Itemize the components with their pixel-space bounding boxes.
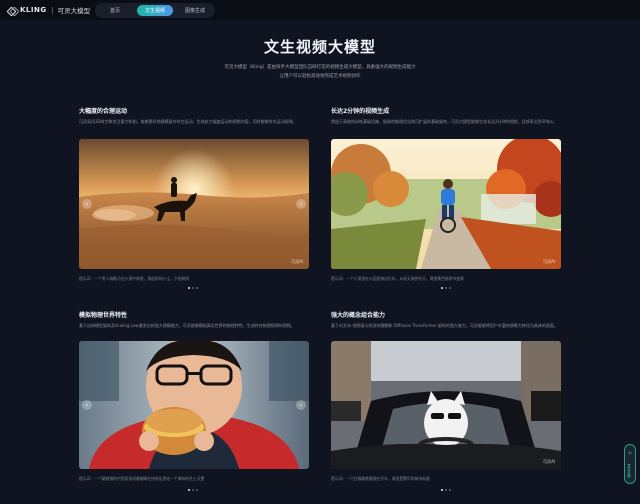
boy-eating-burger-video bbox=[79, 341, 309, 469]
section-description: 基于对文本-视频语义的深刻理解和 Diffusion Transformer 架… bbox=[331, 323, 558, 328]
feedback-icon: ◎ bbox=[628, 449, 632, 455]
watermark: 可灵AI bbox=[291, 259, 303, 264]
video-prompt-caption: 提示词：一只白猫戴着墨镜在开车，周围是繁华的城市街道 bbox=[331, 476, 430, 481]
prev-arrow-icon[interactable]: ‹ bbox=[82, 199, 92, 209]
section-title: 大幅度的合理运动 bbox=[79, 108, 128, 115]
section-description: 得益于高效的训练基础设施、极致的推理优化和可扩展的基础架构，可灵大模型能够生成长… bbox=[331, 119, 557, 124]
tab-home[interactable]: 首页 bbox=[97, 5, 133, 16]
logo[interactable]: KLING 可灵大模型 bbox=[8, 5, 90, 15]
carousel-dot[interactable] bbox=[445, 287, 447, 289]
feature-section-long-video: 长达2分钟的视频生成 得益于高效的训练基础设施、极致的推理优化和可扩展的基础架构… bbox=[331, 106, 561, 125]
carousel-dot[interactable] bbox=[196, 489, 198, 491]
section-title: 模拟物理世界特性 bbox=[79, 312, 128, 319]
carousel-dot[interactable] bbox=[449, 287, 451, 289]
page-description: 可灵大模型（Kling）是由快手大模型团队自研打造的视频生成大模型，具备强大的视… bbox=[0, 63, 640, 81]
video-player[interactable]: 可灵AI bbox=[331, 139, 561, 269]
watermark: 可灵AI bbox=[543, 459, 555, 464]
carousel-dot[interactable] bbox=[449, 489, 451, 491]
carousel-dot[interactable] bbox=[445, 489, 447, 491]
carousel-dot[interactable] bbox=[441, 287, 443, 289]
page-description-line: 可灵大模型（Kling）是由快手大模型团队自研打造的视频生成大模型，具备强大的视… bbox=[224, 65, 416, 70]
boy-cycling-park-video bbox=[331, 139, 561, 269]
carousel-dot[interactable] bbox=[188, 287, 190, 289]
page-title: 文生视频大模型 bbox=[263, 38, 376, 56]
carousel-dots bbox=[441, 489, 451, 491]
section-title: 长达2分钟的视频生成 bbox=[331, 108, 390, 115]
video-prompt-caption: 提示词：一个小男孩在公园里骑自行车，从秋天骑到冬天，周围景色随季节变换 bbox=[331, 276, 464, 281]
logo-divider bbox=[51, 6, 53, 14]
logo-subtitle: 可灵大模型 bbox=[57, 7, 91, 15]
section-title: 强大的概念组合能力 bbox=[331, 312, 386, 319]
carousel-dots bbox=[188, 489, 198, 491]
carousel-dot[interactable] bbox=[192, 287, 194, 289]
video-player[interactable]: 可灵AI bbox=[331, 341, 561, 469]
desert-horse-rider-video bbox=[79, 139, 309, 269]
nav-tabs: 首页 文生视频 图像生成 bbox=[95, 3, 215, 18]
feature-section-motion: 大幅度的合理运动 可灵采用3D时空联合注意力机制，能够更好地建模复杂时空运动，生… bbox=[79, 106, 309, 125]
video-player[interactable]: ‹ › 可灵AI bbox=[79, 139, 309, 269]
carousel-dot[interactable] bbox=[192, 489, 194, 491]
section-description: 基于自研模型架构及Scaling Law激发出的强大建模能力，可灵能够模拟真实世… bbox=[79, 323, 295, 328]
top-bar: KLING 可灵大模型 首页 文生视频 图像生成 bbox=[0, 0, 640, 20]
logo-text: KLING bbox=[20, 6, 47, 14]
next-arrow-icon[interactable]: › bbox=[296, 400, 306, 410]
carousel-dots bbox=[188, 287, 198, 289]
feedback-label: 意见反馈 bbox=[627, 464, 632, 479]
carousel-dot[interactable] bbox=[196, 287, 198, 289]
next-arrow-icon[interactable]: › bbox=[296, 199, 306, 209]
feature-section-concept: 强大的概念组合能力 基于对文本-视频语义的深刻理解和 Diffusion Tra… bbox=[331, 310, 561, 329]
cat-driving-car-video bbox=[331, 341, 561, 469]
tab-image-generation[interactable]: 图像生成 bbox=[177, 5, 213, 16]
carousel-dots bbox=[441, 287, 451, 289]
feature-section-physics: 模拟物理世界特性 基于自研模型架构及Scaling Law激发出的强大建模能力，… bbox=[79, 310, 309, 329]
video-player[interactable]: ‹ › bbox=[79, 341, 309, 469]
video-prompt-caption: 提示词：一个戴眼镜的中国男孩闭着眼睛在快餐店里吃一个美味的芝士汉堡 bbox=[79, 476, 205, 481]
section-description: 可灵采用3D时空联合注意力机制，能够更好地建模复杂时空运动，生成较大幅度运动的视… bbox=[79, 119, 297, 124]
carousel-dot[interactable] bbox=[441, 489, 443, 491]
page-description-line: 让用户可以轻松高效地完成艺术视频创作 bbox=[279, 74, 361, 79]
prev-arrow-icon[interactable]: ‹ bbox=[82, 400, 92, 410]
tab-text-to-video[interactable]: 文生视频 bbox=[137, 5, 173, 16]
feedback-button[interactable]: ◎ 意见反馈 bbox=[624, 444, 636, 484]
video-prompt-caption: 提示词：一个男人骑着马在沙漠中奔驰，扬起阵阵沙尘，夕阳映照 bbox=[79, 276, 190, 281]
kling-logo-icon bbox=[8, 6, 17, 15]
carousel-dot[interactable] bbox=[188, 489, 190, 491]
watermark: 可灵AI bbox=[543, 259, 555, 264]
